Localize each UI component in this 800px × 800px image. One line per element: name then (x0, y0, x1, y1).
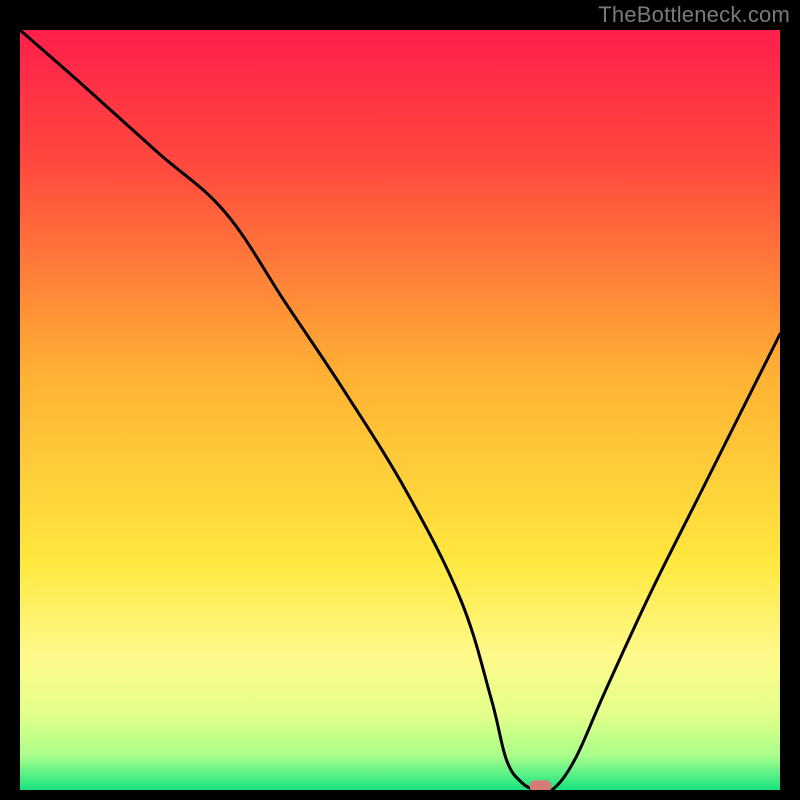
optimum-marker (530, 780, 552, 790)
gradient-background (20, 30, 780, 790)
chart-svg (20, 30, 780, 790)
chart-stage: TheBottleneck.com (0, 0, 800, 800)
plot-area (20, 30, 780, 790)
watermark-text: TheBottleneck.com (598, 2, 790, 28)
